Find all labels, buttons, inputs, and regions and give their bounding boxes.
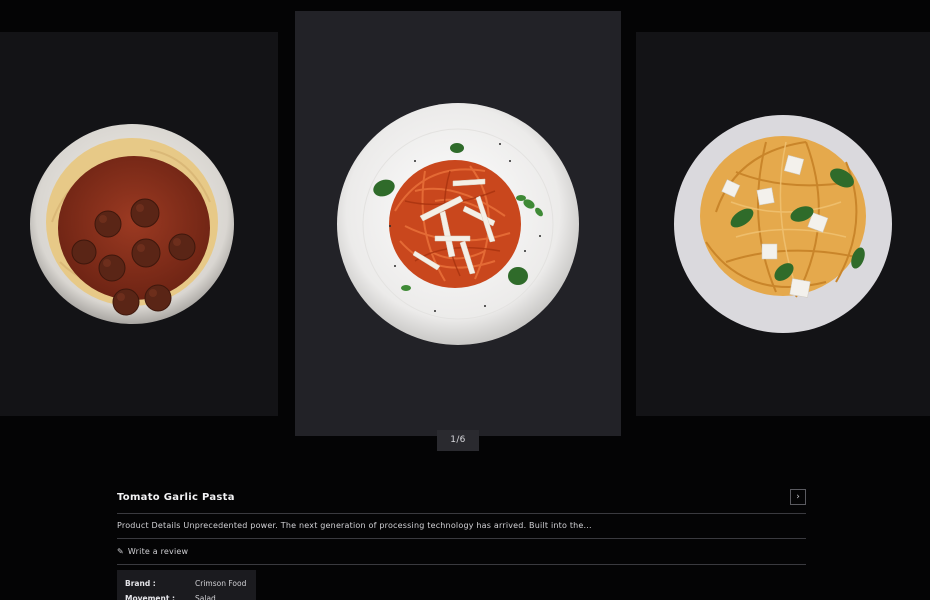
spec-value: Salad: [195, 594, 216, 600]
spec-label: Brand :: [125, 579, 156, 588]
spec-row-movement: Movement : Salad: [117, 591, 256, 600]
spec-row-brand: Brand : Crimson Food: [117, 576, 256, 591]
chevron-right-icon: ›: [796, 492, 800, 502]
spec-value: Crimson Food: [195, 579, 247, 588]
next-product-button[interactable]: ›: [790, 489, 806, 505]
write-review-link[interactable]: ✎ Write a review: [117, 539, 806, 565]
product-title: Tomato Garlic Pasta: [117, 492, 235, 503]
gallery-slide-next[interactable]: [636, 32, 930, 416]
gallery-counter: 1/6: [437, 430, 479, 451]
spaghetti-meatballs-image: [30, 124, 234, 324]
product-description: Product Details Unprecedented power. The…: [117, 514, 806, 539]
product-title-row: Tomato Garlic Pasta ›: [117, 485, 806, 514]
gallery-slide-previous[interactable]: [0, 32, 278, 416]
pencil-icon: ✎: [117, 547, 124, 556]
spec-label: Movement :: [125, 594, 176, 600]
spaghetti-basil-feta-image: [674, 115, 892, 333]
tomato-garlic-pasta-image: [337, 103, 579, 345]
product-specs-table: Brand : Crimson Food Movement : Salad: [117, 570, 256, 600]
product-page: 1/6 Tomato Garlic Pasta › Product Detail…: [0, 0, 930, 600]
gallery-slide-active[interactable]: [295, 11, 621, 436]
product-details: Tomato Garlic Pasta › Product Details Un…: [117, 485, 806, 565]
write-review-label: Write a review: [127, 547, 189, 556]
